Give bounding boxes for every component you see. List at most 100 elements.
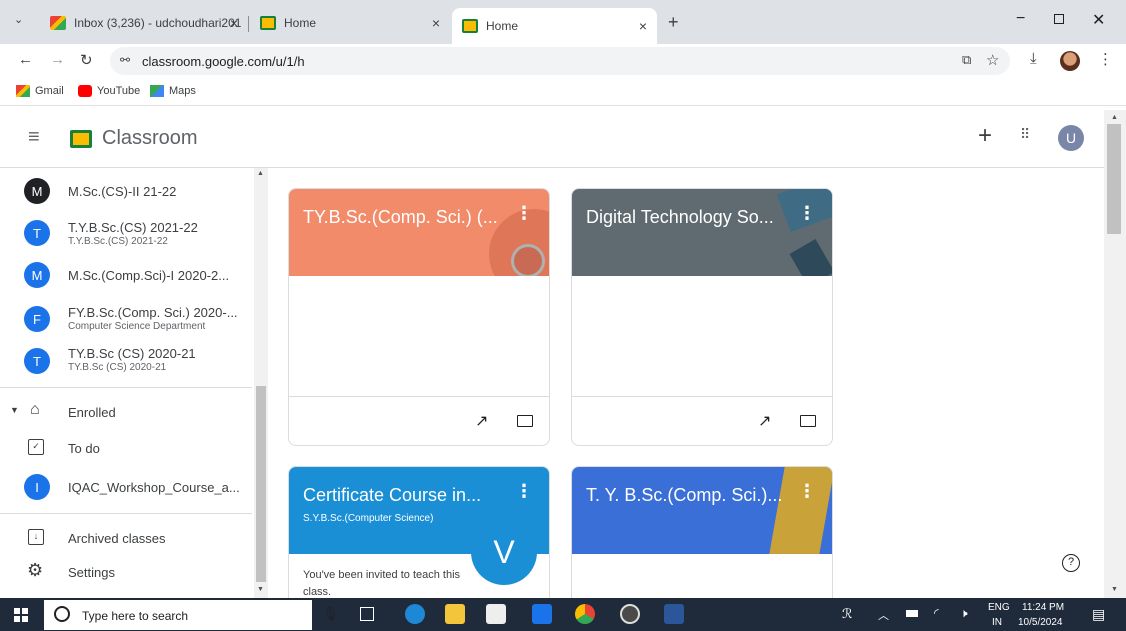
card-menu-icon[interactable]: ⋮ <box>515 481 533 502</box>
language-indicator[interactable]: ENG <box>988 602 1010 613</box>
tab-label: Home <box>486 19 519 33</box>
tab-search-icon[interactable]: ⌄ <box>14 13 23 26</box>
taskbar-search-box[interactable]: Type here to search 🎙 <box>44 600 339 630</box>
expand-arrow-icon[interactable]: ▼ <box>10 405 19 415</box>
class-subtitle: T.Y.B.Sc.(CS) 2021-22 <box>68 236 168 247</box>
class-card[interactable]: TY.B.Sc.(Comp. Sci.) (... ⋮ ↗ <box>288 188 550 446</box>
restore-icon[interactable] <box>1054 14 1064 24</box>
teacher-avatar[interactable]: V <box>471 519 537 585</box>
app-title[interactable]: Classroom <box>102 127 198 150</box>
sidebar-class-item[interactable]: M M.Sc.(CS)-II 21-22 <box>0 174 252 208</box>
sidebar-item-todo[interactable]: ✓ To do <box>0 436 252 464</box>
sidebar-class-item[interactable]: I IQAC_Workshop_Course_a... <box>0 470 252 504</box>
mail-icon[interactable] <box>532 604 552 624</box>
sidebar-class-item[interactable]: T TY.B.Sc (CS) 2020-21 TY.B.Sc (CS) 2020… <box>0 342 252 382</box>
people-icon[interactable]: ℛ <box>842 606 852 622</box>
enrolled-icon: ⌂ <box>30 401 40 418</box>
tab-label: Inbox (3,236) - udchoudhari201 <box>74 16 242 30</box>
card-menu-icon[interactable]: ⋮ <box>798 203 816 224</box>
create-join-icon[interactable]: + <box>978 122 992 150</box>
minimize-icon[interactable]: − <box>1016 10 1025 28</box>
divider <box>0 513 252 514</box>
card-title[interactable]: Certificate Course in... <box>303 485 481 506</box>
app-icon[interactable] <box>620 604 640 624</box>
show-hidden-icons[interactable]: ︿ <box>878 607 889 623</box>
card-banner[interactable]: T. Y. B.Sc.(Comp. Sci.)... ⋮ <box>572 467 832 554</box>
browser-menu-icon[interactable]: ⋮ <box>1098 50 1113 68</box>
tab-home-1[interactable]: Home × <box>250 8 450 38</box>
card-title[interactable]: TY.B.Sc.(Comp. Sci.) (... <box>303 207 498 228</box>
battery-icon[interactable] <box>906 610 918 617</box>
trending-icon[interactable]: ↗ <box>475 411 488 431</box>
bookmark-star-icon[interactable]: ☆ <box>986 51 999 69</box>
class-card[interactable]: T. Y. B.Sc.(Comp. Sci.)... ⋮ <box>571 466 833 598</box>
sidebar-item-archived[interactable]: ↓ Archived classes <box>0 526 252 554</box>
close-tab-icon[interactable]: × <box>230 15 238 31</box>
folder-icon[interactable] <box>800 415 816 427</box>
chrome-icon[interactable] <box>575 604 595 624</box>
site-info-icon[interactable]: ⚯ <box>120 53 130 67</box>
class-card[interactable]: Certificate Course in... S.Y.B.Sc.(Compu… <box>288 466 550 598</box>
clock-time[interactable]: 11:24 PM <box>1022 602 1064 613</box>
notifications-icon[interactable]: ▤ <box>1092 606 1105 623</box>
profile-avatar[interactable] <box>1060 51 1080 71</box>
card-banner[interactable]: TY.B.Sc.(Comp. Sci.) (... ⋮ <box>289 189 549 276</box>
scroll-down-icon[interactable]: ▼ <box>1111 586 1118 593</box>
microphone-icon[interactable]: 🎙 <box>322 606 339 622</box>
sidebar-item-settings[interactable]: ⚙ Settings <box>0 560 252 588</box>
install-app-icon[interactable]: ⧉ <box>962 52 971 68</box>
class-title: FY.B.Sc.(Comp. Sci.) 2020-... <box>68 305 238 320</box>
sidebar-class-item[interactable]: T T.Y.B.Sc.(CS) 2021-22 T.Y.B.Sc.(CS) 20… <box>0 214 252 254</box>
card-banner[interactable]: Digital Technology So... ⋮ <box>572 189 832 276</box>
sidebar-item-enrolled[interactable]: ▼ ⌂ Enrolled <box>0 400 252 428</box>
help-icon[interactable]: ? <box>1062 554 1080 572</box>
sidebar-item-label: To do <box>68 441 100 456</box>
close-tab-icon[interactable]: × <box>432 15 440 31</box>
bookmark-maps[interactable]: Maps <box>150 85 196 97</box>
scroll-up-icon[interactable]: ▲ <box>257 170 264 177</box>
class-card[interactable]: Digital Technology So... ⋮ ↗ <box>571 188 833 446</box>
sidebar-class-item[interactable]: M M.Sc.(Comp.Sci)-I 2020-2... <box>0 258 252 292</box>
store-icon[interactable] <box>486 604 506 624</box>
card-footer-divider <box>572 396 832 397</box>
bookmark-gmail[interactable]: Gmail <box>16 85 64 97</box>
account-avatar[interactable]: U <box>1058 125 1084 151</box>
clock-date[interactable]: 10/5/2024 <box>1018 617 1063 628</box>
sidebar-scrollbar[interactable]: ▲ ▼ <box>254 168 268 598</box>
close-tab-icon[interactable]: × <box>639 18 647 34</box>
scrollbar-thumb[interactable] <box>1107 124 1121 234</box>
file-explorer-icon[interactable] <box>445 604 465 624</box>
task-view-icon[interactable] <box>360 607 374 621</box>
close-window-icon[interactable]: ✕ <box>1092 10 1105 30</box>
word-icon[interactable] <box>664 604 684 624</box>
scroll-up-icon[interactable]: ▲ <box>1111 114 1118 121</box>
bookmark-youtube[interactable]: YouTube <box>78 85 140 97</box>
card-title[interactable]: Digital Technology So... <box>586 207 774 228</box>
scroll-down-icon[interactable]: ▼ <box>257 586 264 593</box>
url-field[interactable]: ⚯ classroom.google.com/u/1/h ⧉ ☆ <box>110 47 1010 75</box>
new-tab-icon[interactable]: + <box>668 12 679 33</box>
main-scrollbar[interactable]: ▲ ▼ <box>1104 110 1126 598</box>
back-icon[interactable]: ← <box>18 51 33 68</box>
wifi-icon[interactable]: ◜ <box>934 606 939 620</box>
classroom-header: ≡ Classroom + ⠿ U <box>0 110 1104 168</box>
card-title[interactable]: T. Y. B.Sc.(Comp. Sci.)... <box>586 485 782 506</box>
trending-icon[interactable]: ↗ <box>758 411 771 431</box>
classroom-logo-icon[interactable] <box>70 130 92 148</box>
volume-icon[interactable]: 🕨 <box>960 606 968 621</box>
forward-icon[interactable]: → <box>50 51 65 68</box>
download-icon[interactable]: ⤓ <box>1030 50 1037 67</box>
reload-icon[interactable]: ↻ <box>80 51 93 69</box>
sidebar-item-label: Enrolled <box>68 405 116 420</box>
folder-icon[interactable] <box>517 415 533 427</box>
tab-home-active[interactable]: Home × <box>452 8 657 44</box>
tab-gmail[interactable]: Inbox (3,236) - udchoudhari201 × <box>40 8 249 38</box>
sidebar-class-item[interactable]: F FY.B.Sc.(Comp. Sci.) 2020-... Computer… <box>0 300 252 340</box>
google-apps-icon[interactable]: ⠿ <box>1020 126 1030 143</box>
edge-icon[interactable] <box>405 604 425 624</box>
main-menu-icon[interactable]: ≡ <box>28 126 40 149</box>
card-menu-icon[interactable]: ⋮ <box>798 481 816 502</box>
card-menu-icon[interactable]: ⋮ <box>515 203 533 224</box>
scrollbar-thumb[interactable] <box>256 386 266 582</box>
windows-start-icon[interactable] <box>14 608 28 622</box>
